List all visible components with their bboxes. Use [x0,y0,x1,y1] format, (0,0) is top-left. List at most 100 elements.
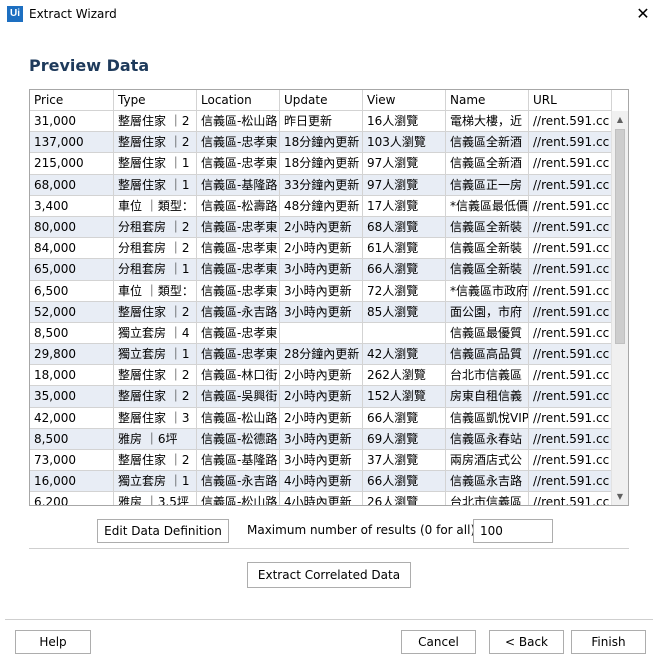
table-cell: 16,000 [30,471,114,493]
max-results-input[interactable] [473,519,553,543]
extract-correlated-data-button[interactable]: Extract Correlated Data [247,562,411,588]
table-cell: //rent.591.cc [529,492,612,505]
table-cell: 2小時內更新 [280,238,363,260]
table-cell: //rent.591.cc [529,344,612,366]
table-cell: 車位 ｜類型： [114,280,197,302]
table-row[interactable]: 137,000 整層住家 ｜2 信義區-忠孝東 18分鐘內更新 103人瀏覽 信義區全新酒… [30,132,612,154]
column-header[interactable]: Name [446,90,529,111]
table-row[interactable]: 6,200 雅房 ｜3.5坪 信義區-松山路 4小時內更新 26人瀏覽 台北市信義區//r… [30,492,612,505]
table-row[interactable]: 16,000 獨立套房 ｜1 信義區-永吉路 4小時內更新 66人瀏覽 信義區永吉路//r… [30,471,612,493]
table-cell: 66人瀏覽 [363,407,446,429]
table-cell: 信義區-林口街 [197,365,280,387]
table-cell: 信義區全新裝 [446,216,529,239]
table-cell: //rent.591.cc [529,132,612,154]
back-button[interactable]: < Back [489,630,564,654]
table-cell: 65,000 [30,259,114,281]
table-cell: //rent.591.cc [529,174,612,196]
table-cell [363,322,446,345]
max-results-label: Maximum number of results (0 for all) [247,523,476,537]
table-cell: 信義區全新裝 [446,238,529,260]
table-cell: 整層住家 ｜2 [114,301,197,323]
table-cell: //rent.591.cc [529,259,612,281]
table-cell: 分租套房 ｜1 [114,259,197,281]
table-cell: 信義區-忠孝東 [197,344,280,366]
table-cell: //rent.591.cc [529,471,612,493]
table-cell: 18分鐘內更新 [280,153,363,175]
table-row[interactable]: 84,000 分租套房 ｜2 信義區-忠孝東 2小時內更新 61人瀏覽 信義區全新裝//r… [30,238,612,260]
table-cell: 18分鐘內更新 [280,132,363,154]
table-row[interactable]: 65,000 分租套房 ｜1 信義區-忠孝東 3小時內更新 66人瀏覽 信義區全新裝//r… [30,259,612,281]
table-row[interactable]: 52,000 整層住家 ｜2 信義區-永吉路 3小時內更新 85人瀏覽 面公園，市府//r… [30,301,612,323]
table-cell: 97人瀏覽 [363,153,446,175]
table-row[interactable]: 31,000 整層住家 ｜2 信義區-松山路 昨日更新 16人瀏覽 電梯大樓，近//ren… [30,111,612,133]
table-cell: 信義區-永吉路 [197,471,280,493]
vertical-scrollbar[interactable]: ▲ ▼ [611,111,628,505]
table-row[interactable]: 68,000 整層住家 ｜1 信義區-基隆路 33分鐘內更新 97人瀏覽 信義區正一房//… [30,174,612,196]
table-cell: 85人瀏覽 [363,301,446,323]
scrollbar-thumb[interactable] [615,129,625,344]
table-cell: 73,000 [30,450,114,472]
table-cell: 103人瀏覽 [363,132,446,154]
help-button[interactable]: Help [15,630,91,654]
data-table: Price Type Location Update View Name URL 31,00… [30,90,612,505]
window-title: Extract Wizard [29,7,117,21]
table-row[interactable]: 29,800 獨立套房 ｜1 信義區-忠孝東 28分鐘內更新 42人瀏覽 信義區高品質//… [30,344,612,366]
table-cell: *信義區最低價 [446,195,529,217]
table-cell: 2小時內更新 [280,216,363,239]
table-row[interactable]: 42,000 整層住家 ｜3 信義區-松山路 2小時內更新 66人瀏覽 信義區凱悅VIP /… [30,407,612,429]
table-row[interactable]: 35,000 整層住家 ｜2 信義區-吳興街 2小時內更新 152人瀏覽 房東自租信義//… [30,386,612,408]
table-row[interactable]: 6,500 車位 ｜類型： 信義區-忠孝東 3小時內更新 72人瀏覽 *信義區市政府//r… [30,280,612,302]
table-cell: 37人瀏覽 [363,450,446,472]
table-cell: 車位 ｜類型： [114,195,197,217]
table-cell: 整層住家 ｜2 [114,386,197,408]
table-cell: 8,500 [30,322,114,345]
finish-button[interactable]: Finish [571,630,646,654]
table-cell: 信義區-忠孝東 [197,153,280,175]
table-cell: 整層住家 ｜2 [114,365,197,387]
table-cell: //rent.591.cc [529,365,612,387]
table-cell: 信義區高品質 [446,344,529,366]
table-cell: 信義區-忠孝東 [197,238,280,260]
table-row[interactable]: 8,500 雅房 ｜6坪 信義區-松德路 3小時內更新 69人瀏覽 信義區永春站//ren… [30,428,612,450]
page-title: Preview Data [29,56,150,75]
table-cell: 42人瀏覽 [363,344,446,366]
table-row[interactable]: 18,000 整層住家 ｜2 信義區-林口街 2小時內更新 262人瀏覽 台北市信義區//… [30,365,612,387]
table-row[interactable]: 73,000 整層住家 ｜2 信義區-基隆路 3小時內更新 37人瀏覽 兩房酒店式公//r… [30,450,612,472]
table-cell: 信義區-基隆路 [197,174,280,196]
table-row[interactable]: 80,000 分租套房 ｜2 信義區-忠孝東 2小時內更新 68人瀏覽 信義區全新裝//r… [30,216,612,239]
column-header[interactable]: Location [197,90,280,111]
edit-data-definition-button[interactable]: Edit Data Definition [97,519,229,543]
table-cell: 整層住家 ｜2 [114,132,197,154]
cancel-button[interactable]: Cancel [401,630,476,654]
table-cell [280,322,363,345]
table-cell: 26人瀏覽 [363,492,446,505]
table-row[interactable]: 215,000 整層住家 ｜1 信義區-忠孝東 18分鐘內更新 97人瀏覽 信義區全新酒 /… [30,153,612,175]
table-cell: 3小時內更新 [280,259,363,281]
scroll-up-arrow-icon[interactable]: ▲ [612,112,628,128]
table-cell: 61人瀏覽 [363,238,446,260]
column-header[interactable]: View [363,90,446,111]
table-cell: 262人瀏覽 [363,365,446,387]
table-cell: 獨立套房 ｜4 [114,322,197,345]
table-cell: 信義區全新酒 [446,153,529,175]
table-row[interactable]: 8,500 獨立套房 ｜4 信義區-忠孝東 信義區最優質//rent.591.cc [30,322,612,345]
table-cell: 整層住家 ｜3 [114,407,197,429]
table-cell: 信義區永吉路 [446,471,529,493]
table-cell: 137,000 [30,132,114,154]
table-cell: 66人瀏覽 [363,471,446,493]
preview-data-grid[interactable]: Price Type Location Update View Name URL 31,00… [29,89,629,506]
scroll-down-arrow-icon[interactable]: ▼ [612,489,628,505]
column-header[interactable]: Price [30,90,114,111]
table-cell: 信義區-松壽路 [197,195,280,217]
table-row[interactable]: 3,400 車位 ｜類型： 信義區-松壽路 48分鐘內更新 17人瀏覽 *信義區最低價//… [30,195,612,217]
column-header[interactable]: Type [114,90,197,111]
table-cell: 215,000 [30,153,114,175]
column-header[interactable]: Update [280,90,363,111]
close-icon[interactable]: ✕ [630,2,656,26]
table-body: 31,000 整層住家 ｜2 信義區-松山路 昨日更新 16人瀏覽 電梯大樓，近//ren… [30,111,612,505]
table-cell: 3小時內更新 [280,301,363,323]
table-cell: 52,000 [30,301,114,323]
table-cell: 信義區最優質 [446,322,529,345]
column-header[interactable]: URL [529,90,612,111]
table-cell: //rent.591.cc [529,428,612,450]
